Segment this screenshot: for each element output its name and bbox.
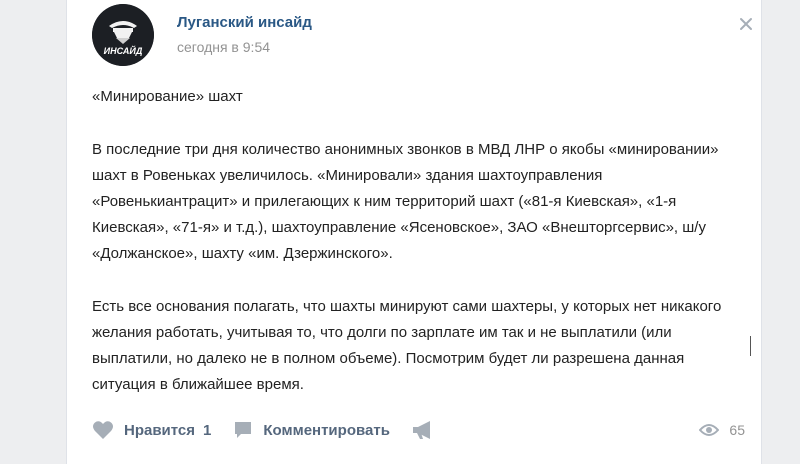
post-body: «Минирование» шахт В последние три дня к… xyxy=(92,84,742,398)
avatar-text: ИНСАЙД xyxy=(104,45,143,56)
post-date[interactable]: сегодня в 9:54 xyxy=(177,39,270,55)
text-cursor xyxy=(750,336,751,356)
views-count: 65 xyxy=(729,422,745,438)
post-card: ИНСАЙД Луганский инсайд сегодня в 9:54 «… xyxy=(66,0,762,464)
eye-icon xyxy=(699,424,720,436)
more-icon[interactable] xyxy=(738,16,754,37)
avatar[interactable]: ИНСАЙД xyxy=(92,4,154,66)
post-paragraph: Есть все основания полагать, что шахты м… xyxy=(92,298,722,393)
post-paragraph: В последние три дня количество анонимных… xyxy=(92,141,719,262)
megaphone-icon xyxy=(412,421,430,439)
post-actions: Нравится 1 Комментировать xyxy=(92,418,466,442)
like-button[interactable]: Нравится 1 xyxy=(92,420,211,440)
comment-icon xyxy=(235,422,252,438)
comment-label: Комментировать xyxy=(263,421,390,439)
author-name[interactable]: Луганский инсайд xyxy=(177,14,312,31)
avatar-logo: ИНСАЙД xyxy=(92,4,154,66)
views-counter: 65 xyxy=(699,418,745,442)
like-label: Нравится xyxy=(124,421,196,439)
heart-icon xyxy=(93,421,113,439)
post-title: «Минирование» шахт xyxy=(92,88,243,105)
comment-button[interactable]: Комментировать xyxy=(233,420,390,440)
share-button[interactable] xyxy=(412,420,444,440)
like-count: 1 xyxy=(203,421,212,439)
